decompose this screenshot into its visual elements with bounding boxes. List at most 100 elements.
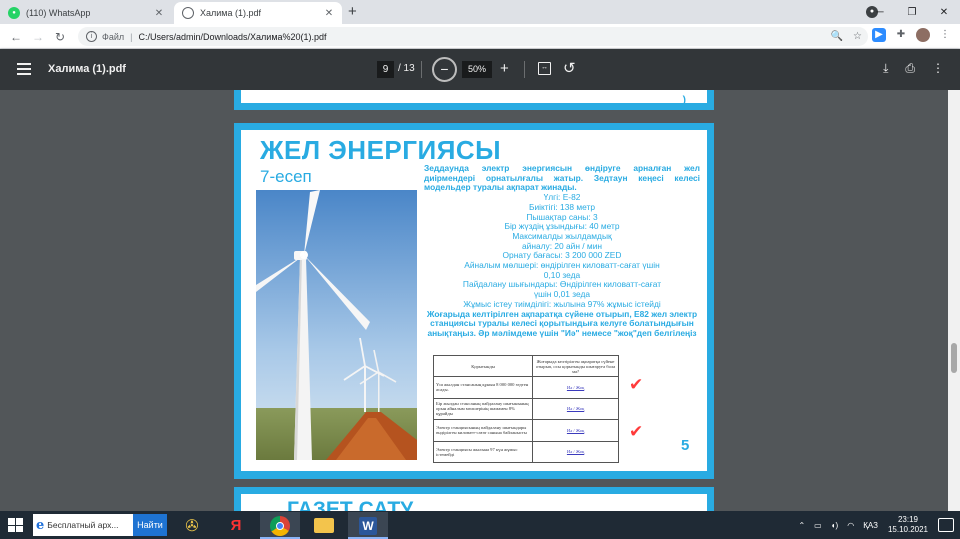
scheme-label: Файл: [102, 31, 125, 42]
wifi-icon[interactable]: ◠: [847, 521, 854, 530]
new-tab-button[interactable]: +: [348, 3, 357, 20]
page-heading: ЖЕЛ ЭНЕРГИЯСЫ: [260, 135, 502, 165]
yandex-app-button[interactable]: Я: [216, 512, 256, 539]
maximize-icon[interactable]: ❐: [896, 7, 928, 18]
print-icon[interactable]: ⎙: [905, 61, 915, 76]
answer-table: Қорытынды Жоғарыда келтірілген ақпаратқа…: [432, 355, 619, 463]
reload-icon[interactable]: ↻: [52, 29, 68, 45]
address-bar[interactable]: i Файл | C:/Users/admin/Downloads/Халима…: [78, 27, 868, 46]
address-separator: |: [130, 31, 133, 42]
url-text: C:/Users/admin/Downloads/Халима%20(1).pd…: [138, 31, 327, 42]
tab-pdf[interactable]: Халима (1).pdf ✕: [174, 2, 342, 24]
page-mark: ): [682, 95, 686, 106]
page-content: ЖЕЛ ЭНЕРГИЯСЫ 7-есеп Зеддаунда электр эн…: [241, 130, 707, 471]
search-button[interactable]: Найти: [133, 514, 167, 536]
clock[interactable]: 23:19 15.10.2021: [888, 515, 928, 535]
pinwheel-icon: ✇: [185, 517, 199, 535]
zoom-level-input[interactable]: 50%: [462, 61, 492, 78]
task-text: Зеддаунда электр энергиясын өндіруге арн…: [424, 163, 700, 339]
tray-chevron-icon[interactable]: ⌃: [798, 521, 805, 530]
file-explorer-app-button[interactable]: [304, 512, 344, 539]
menu-kebab-icon[interactable]: ⋮: [938, 28, 952, 42]
forward-arrow-icon[interactable]: →: [30, 29, 46, 45]
window-controls: ─ ❐ ✕: [864, 0, 960, 24]
close-icon[interactable]: ✕: [152, 8, 166, 19]
table-row: Үш жылдан стансаның құнын 8 000 000 зедт…: [432, 376, 619, 399]
close-window-icon[interactable]: ✕: [928, 7, 960, 18]
answer-cell[interactable]: Иә / Жоқ: [532, 397, 619, 420]
windows-start-icon[interactable]: [8, 518, 23, 532]
next-page-heading: ГАЗЕТ САТУ: [287, 498, 414, 511]
zoom-magnifier-icon[interactable]: 🔍: [831, 31, 843, 42]
yandex-icon: Я: [230, 517, 242, 534]
system-tray: ⌃ ▭ ◖) ◠ ҚАЗ 23:19 15.10.2021: [789, 511, 960, 539]
divider: [524, 61, 525, 78]
divider: [421, 61, 422, 78]
table-header: Жоғарыда келтірілген ақпаратқа сүйене от…: [532, 355, 619, 377]
extensions-puzzle-icon[interactable]: ✚: [894, 28, 908, 42]
word-app-button[interactable]: W: [348, 512, 388, 539]
page-total: / 13: [398, 63, 415, 74]
answer-cell[interactable]: Иә / Жоқ: [532, 376, 619, 399]
more-kebab-icon[interactable]: ⋮: [932, 61, 944, 76]
network-icon[interactable]: ▭: [814, 521, 822, 530]
task-instruction: Жоғарыда келтірілген ақпаратқа сүйене от…: [426, 308, 698, 338]
vertical-scrollbar[interactable]: [948, 90, 960, 511]
checkmark-icon: ✔: [629, 375, 644, 394]
bookmark-star-icon[interactable]: ☆: [853, 31, 862, 42]
tab-title: Халима (1).pdf: [200, 8, 261, 18]
back-arrow-icon[interactable]: ←: [8, 29, 24, 45]
zoom-extension-icon[interactable]: ▶: [872, 28, 886, 42]
close-icon[interactable]: ✕: [322, 8, 336, 19]
pdf-page-next: ГАЗЕТ САТУ: [234, 487, 714, 511]
avatar[interactable]: [916, 28, 930, 42]
clock-date: 15.10.2021: [887, 525, 928, 534]
rotate-icon[interactable]: ↺: [563, 59, 576, 77]
pdf-toolbar: Халима (1).pdf 9 / 13 − 50% + ↔ ↺ ⤓ ⎙ ⋮: [0, 49, 960, 90]
tab-whatsapp[interactable]: ● (110) WhatsApp ✕: [0, 2, 172, 24]
menu-hamburger-icon[interactable]: [17, 63, 31, 75]
statement-cell: Үш жылдан стансаның құнын 8 000 000 зедт…: [432, 376, 534, 399]
scrollbar-thumb[interactable]: [951, 343, 957, 373]
checkmark-icon: ✔: [629, 422, 644, 441]
chrome-app-button[interactable]: [260, 512, 300, 539]
globe-icon: [182, 7, 194, 19]
page-number: 5: [681, 437, 690, 454]
table-header: Қорытынды: [432, 355, 534, 377]
tab-strip: ● (110) WhatsApp ✕ Халима (1).pdf ✕ + ● …: [0, 0, 960, 24]
search-text: Бесплатный арх...: [47, 520, 119, 530]
download-icon[interactable]: ⤓: [883, 61, 888, 76]
volume-icon[interactable]: ◖): [831, 521, 839, 530]
minimize-icon[interactable]: ─: [864, 7, 896, 18]
chrome-icon: [270, 515, 290, 536]
keyboard-language[interactable]: ҚАЗ: [863, 521, 878, 530]
answer-cell[interactable]: Иә / Жоқ: [532, 440, 619, 463]
statement-cell: Электр станциясының пайдалану шығындары …: [432, 419, 534, 442]
info-icon[interactable]: i: [86, 31, 97, 42]
clock-time: 23:19: [897, 515, 918, 524]
tab-title: (110) WhatsApp: [26, 8, 91, 18]
table-row: Бір жылдан стансаның пайдалану шығынының…: [432, 397, 619, 420]
browser-toolbar: ← → ↻ i Файл | C:/Users/admin/Downloads/…: [0, 24, 960, 49]
pinwheel-app-button[interactable]: ✇: [172, 512, 212, 539]
zoom-out-button[interactable]: −: [432, 57, 457, 82]
edge-icon: e: [36, 517, 45, 533]
pdf-page-previous: ): [234, 90, 714, 110]
page-number-input[interactable]: 9: [377, 61, 394, 78]
whatsapp-icon: ●: [8, 7, 20, 19]
statement-cell: Электр станциясы жылына 97 күн жұмыс іст…: [432, 440, 534, 463]
wind-turbine-photo: [256, 190, 417, 460]
intro-paragraph: Зеддаунда электр энергиясын өндіруге арн…: [424, 163, 700, 193]
fit-page-icon[interactable]: ↔: [538, 62, 551, 75]
taskbar-search-input[interactable]: e Бесплатный арх...: [33, 514, 133, 536]
zoom-in-button[interactable]: +: [500, 60, 509, 77]
file-explorer-icon: [314, 518, 334, 533]
page-content: ГАЗЕТ САТУ: [241, 494, 707, 511]
pdf-page-current: ЖЕЛ ЭНЕРГИЯСЫ 7-есеп Зеддаунда электр эн…: [234, 123, 714, 479]
pdf-document-area[interactable]: ) ЖЕЛ ЭНЕРГИЯСЫ 7-есеп Зеддаунда электр …: [0, 90, 948, 511]
table-row: Электр станциясының пайдалану шығындары …: [432, 419, 619, 442]
notification-icon[interactable]: [938, 518, 954, 532]
table-row: Электр станциясы жылына 97 күн жұмыс іст…: [432, 440, 619, 463]
answer-cell[interactable]: Иә / Жоқ: [532, 419, 619, 442]
page-subheading: 7-есеп: [260, 167, 312, 186]
